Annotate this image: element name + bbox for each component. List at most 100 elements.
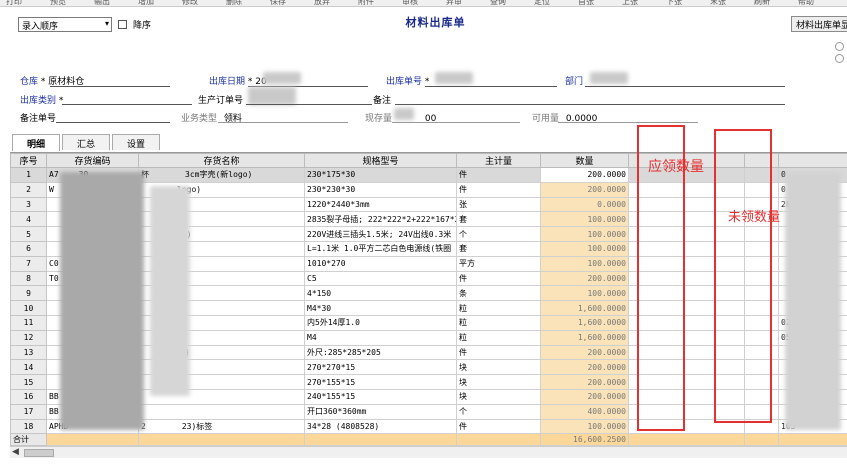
row-qty[interactable]: 100.0000	[540, 226, 629, 242]
horizontal-scrollbar[interactable]: ◀	[10, 446, 847, 458]
toolbar-item[interactable]: 刷新	[754, 0, 770, 6]
scroll-thumb[interactable]	[24, 449, 54, 457]
order-no-field[interactable]: 出库单号 *	[386, 74, 429, 87]
tab-settings[interactable]: 设置	[112, 134, 161, 150]
toolbar-item[interactable]: 查询	[490, 0, 506, 6]
row-spec[interactable]: M4*30	[304, 300, 457, 316]
row-qty[interactable]: 100.0000	[540, 211, 629, 228]
toolbar-item[interactable]: 审核	[402, 0, 418, 6]
remark-no-field[interactable]: 备注单号	[20, 111, 56, 124]
toolbar-item[interactable]: 附件	[358, 0, 374, 6]
row-unit[interactable]: 粒	[456, 329, 541, 346]
row-unit[interactable]: 粒	[456, 314, 541, 331]
toolbar-item[interactable]: 增加	[138, 0, 154, 6]
col-header-seq[interactable]: 序号	[10, 153, 47, 168]
row-spec[interactable]: 230*175*30	[304, 167, 457, 183]
col-header-code[interactable]: 存货编码	[46, 153, 139, 168]
row-qty[interactable]: 100.0000	[540, 418, 629, 435]
remark-field[interactable]: 备注	[373, 93, 391, 106]
row-spec[interactable]: 240*155*15	[304, 388, 457, 405]
row-unit[interactable]: 件	[456, 167, 541, 183]
row-spec[interactable]: 270*155*15	[304, 374, 457, 390]
row-qty[interactable]: 1,600.0000	[540, 314, 629, 331]
row-unit[interactable]: 条	[456, 285, 541, 302]
row-unit[interactable]: 件	[456, 418, 541, 435]
row-spec[interactable]: M4	[304, 329, 457, 346]
toolbar-item[interactable]: 帮助	[798, 0, 814, 6]
toolbar-item[interactable]: 首张	[578, 0, 594, 6]
row-qty[interactable]: 100.0000	[540, 240, 629, 257]
toolbar-item[interactable]: 修改	[182, 0, 198, 6]
redacted-order-no	[435, 72, 473, 84]
row-spec[interactable]: 1010*270	[304, 255, 457, 272]
toolbar-item[interactable]: 删除	[226, 0, 242, 6]
row-qty[interactable]: 200.0000	[540, 270, 629, 287]
row-qty[interactable]: 1,600.0000	[540, 329, 629, 346]
tab-summary[interactable]: 汇总	[62, 134, 111, 150]
row-qty[interactable]: 200.0000	[540, 388, 629, 405]
toolbar-item[interactable]: 放弃	[314, 0, 330, 6]
row-name[interactable]: 223)标签	[138, 418, 305, 435]
toolbar-item[interactable]: 打印	[6, 0, 22, 6]
row-spec[interactable]: 1220*2440*3mm	[304, 196, 457, 213]
row-qty[interactable]: 100.0000	[540, 255, 629, 272]
dept-field[interactable]: 部门	[565, 74, 583, 87]
row-unit[interactable]: 张	[456, 196, 541, 213]
row-qty[interactable]: 1,600.0000	[540, 300, 629, 316]
row-unit[interactable]: 块	[456, 374, 541, 390]
row-qty[interactable]: 200.0000	[540, 181, 629, 198]
row-spec[interactable]: C5	[304, 270, 457, 287]
row-unit[interactable]: 平方	[456, 255, 541, 272]
col-header-qty[interactable]: 数量	[540, 153, 629, 168]
row-name[interactable]: 杯 3cm字壳(新logo)	[138, 167, 305, 183]
row-spec[interactable]: 270*270*15	[304, 359, 457, 376]
row-spec[interactable]: 230*230*30	[304, 181, 457, 198]
radio-option-2[interactable]	[835, 54, 844, 63]
category-field[interactable]: 出库类别 *	[20, 93, 63, 106]
toolbar-item[interactable]: 输出	[94, 0, 110, 6]
row-qty[interactable]: 200.0000	[540, 359, 629, 376]
row-unit[interactable]: 件	[456, 181, 541, 198]
row-spec[interactable]: L=1.1米 1.0平方二芯白色电源线(铁圈	[304, 240, 457, 257]
row-qty[interactable]: 100.0000	[540, 285, 629, 302]
tab-detail[interactable]: 明细	[12, 134, 61, 151]
toolbar-item[interactable]: 末张	[710, 0, 726, 6]
row-spec[interactable]: 外尺:285*285*205	[304, 344, 457, 361]
row-unit[interactable]: 套	[456, 240, 541, 257]
col-header-unit[interactable]: 主计量	[456, 153, 541, 168]
row-qty[interactable]: 200.0000	[540, 344, 629, 361]
row-qty[interactable]: 0.0000	[540, 196, 629, 213]
toolbar-item[interactable]: 定位	[534, 0, 550, 6]
row-spec[interactable]: 开口360*360mm	[304, 403, 457, 420]
row-unit[interactable]: 块	[456, 359, 541, 376]
toolbar-item[interactable]: 上张	[622, 0, 638, 6]
col-header-extra-3[interactable]	[778, 153, 847, 168]
prod-order-field[interactable]: 生产订单号	[198, 93, 243, 106]
row-unit[interactable]: 块	[456, 388, 541, 405]
row-spec[interactable]: 34*28 (4808528)	[304, 418, 457, 435]
toolbar-item[interactable]: 预览	[50, 0, 66, 6]
scroll-left-icon[interactable]: ◀	[12, 447, 19, 457]
row-unit[interactable]: 套	[456, 211, 541, 228]
row-unit[interactable]: 件	[456, 270, 541, 287]
radio-option-1[interactable]	[835, 42, 844, 51]
row-unit[interactable]: 个	[456, 226, 541, 242]
row-qty[interactable]: 200.0000	[540, 374, 629, 390]
row-qty[interactable]: 400.0000	[540, 403, 629, 420]
row-spec[interactable]: 4*150	[304, 285, 457, 302]
row-unit[interactable]: 件	[456, 344, 541, 361]
row-spec[interactable]: 220V进线三插头1.5米; 24V出线0.3米	[304, 226, 457, 242]
col-header-spec[interactable]: 规格型号	[304, 153, 457, 168]
row-unit[interactable]: 个	[456, 403, 541, 420]
category-label: 出库类别	[20, 96, 57, 106]
toolbar-item[interactable]: 弃审	[446, 0, 462, 6]
row-spec[interactable]: 2835裂子母插; 222*222*2+222*167*2	[304, 211, 457, 228]
row-name[interactable]	[138, 403, 305, 420]
col-header-name[interactable]: 存货名称	[138, 153, 305, 168]
toolbar-item[interactable]: 保存	[270, 0, 286, 6]
row-spec[interactable]: 内5外14厚1.0	[304, 314, 457, 331]
display-button[interactable]: 材料出库单显	[791, 16, 847, 32]
row-qty[interactable]: 200.0000	[540, 167, 629, 183]
toolbar-item[interactable]: 下张	[666, 0, 682, 6]
row-unit[interactable]: 粒	[456, 300, 541, 316]
